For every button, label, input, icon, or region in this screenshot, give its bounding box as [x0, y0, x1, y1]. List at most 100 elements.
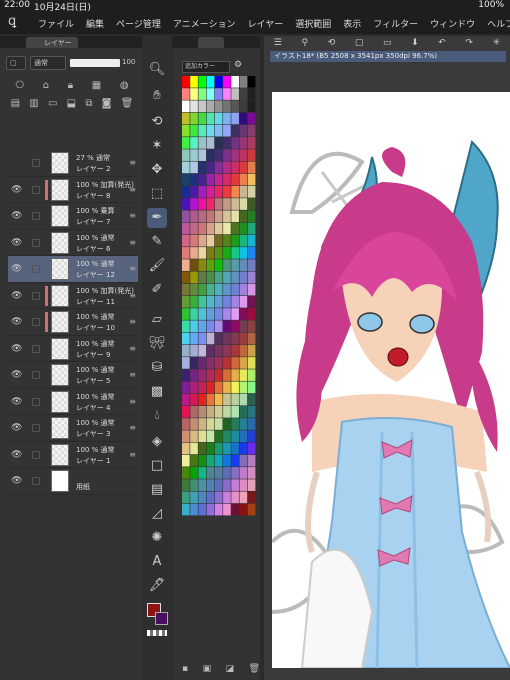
palette-swatch[interactable] [247, 430, 256, 443]
palette-swatch[interactable] [247, 173, 256, 186]
palette-swatch[interactable] [239, 124, 248, 137]
layer-row[interactable]: 👁︎ 100 % 加算(発光) レイヤー 11 ≡ [8, 283, 138, 309]
palette-swatch[interactable] [206, 503, 215, 516]
palette-swatch[interactable] [214, 186, 223, 198]
palette-swatch[interactable] [214, 357, 223, 369]
palette-swatch[interactable] [206, 430, 215, 443]
palette-swatch[interactable] [190, 76, 198, 88]
eye-icon[interactable]: 👁︎ [11, 238, 23, 248]
palette-swatch[interactable] [206, 271, 215, 284]
palette-swatch[interactable] [190, 381, 198, 394]
layer-row[interactable]: 👁︎ 100 % 通常 レイヤー 4 ≡ [8, 389, 138, 415]
palette-swatch[interactable] [223, 88, 231, 100]
palette-swatch[interactable] [206, 247, 215, 259]
palette-swatch[interactable] [182, 357, 190, 369]
palette-swatch[interactable] [239, 406, 248, 418]
palette-swatch[interactable] [206, 491, 215, 504]
palette-swatch[interactable] [247, 491, 256, 504]
palette-swatch[interactable] [247, 296, 256, 308]
auto-select-tool-icon[interactable]: ✶ [147, 136, 167, 156]
palette-swatch[interactable] [223, 283, 231, 296]
palette-swatch[interactable] [239, 418, 248, 430]
palette-swatch[interactable] [247, 88, 256, 100]
palette-swatch[interactable] [247, 308, 256, 320]
menu-file[interactable]: ファイル [38, 17, 74, 30]
layer-lock-box[interactable] [32, 477, 40, 485]
color-palette-grid[interactable] [182, 76, 256, 516]
palette-swatch[interactable] [223, 210, 231, 223]
palette-swatch[interactable] [223, 234, 231, 247]
palette-swatch[interactable] [206, 100, 215, 113]
palette-swatch[interactable] [247, 283, 256, 296]
palette-swatch[interactable] [214, 173, 223, 186]
new-vector-layer-icon[interactable]: ▥ [29, 98, 38, 109]
layer-drag-handle-icon[interactable]: ≡ [129, 450, 136, 459]
layer-lock-box[interactable] [32, 450, 40, 459]
palette-swatch[interactable] [190, 332, 198, 345]
palette-swatch[interactable] [190, 344, 198, 357]
palette-swatch[interactable] [239, 332, 248, 345]
palette-swatch[interactable] [182, 332, 190, 345]
palette-swatch[interactable] [198, 381, 207, 394]
palette-swatch[interactable] [182, 88, 190, 100]
palette-swatch[interactable] [190, 271, 198, 284]
palette-swatch[interactable] [214, 296, 223, 308]
new-folder-icon[interactable]: ▭ [48, 98, 57, 109]
palette-swatch[interactable] [198, 418, 207, 430]
palette-swatch[interactable] [190, 100, 198, 113]
palette-swatch[interactable] [182, 100, 190, 113]
palette-swatch[interactable] [231, 454, 239, 467]
palette-swatch[interactable] [223, 124, 231, 137]
layer-row[interactable]: 👁︎ 100 % 通常 レイヤー 3 ≡ [8, 415, 138, 442]
clip-icon[interactable]: ⎔ [15, 80, 24, 91]
palette-swatch[interactable] [223, 357, 231, 369]
palette-swatch[interactable] [239, 344, 248, 357]
palette-swatch[interactable] [182, 124, 190, 137]
zoom-tool-icon[interactable]: 🔍︎ [147, 60, 167, 80]
layer-row[interactable]: 👁︎ 100 % 乗算 レイヤー 7 ≡ [8, 203, 138, 230]
layer-drag-handle-icon[interactable]: ≡ [129, 344, 136, 353]
palette-swatch[interactable] [239, 149, 248, 161]
palette-swatch[interactable] [206, 357, 215, 369]
palette-swatch[interactable] [214, 271, 223, 284]
palette-swatch[interactable] [239, 467, 248, 479]
palette-swatch[interactable] [247, 381, 256, 394]
palette-swatch[interactable] [223, 76, 231, 88]
palette-swatch[interactable] [247, 479, 256, 491]
palette-swatch[interactable] [214, 491, 223, 504]
replace-color-icon[interactable]: ▣ [203, 664, 212, 674]
transparent-color-icon[interactable] [147, 630, 167, 636]
palette-swatch[interactable] [198, 222, 207, 235]
layer-lock-box[interactable] [32, 185, 40, 194]
layer-row[interactable]: 👁︎ 100 % 通常 レイヤー 12 ≡ [8, 256, 138, 283]
palette-swatch[interactable] [223, 259, 231, 271]
palette-swatch[interactable] [247, 259, 256, 271]
layer-drag-handle-icon[interactable]: ≡ [129, 211, 136, 220]
palette-swatch[interactable] [231, 430, 239, 443]
palette-swatch[interactable] [247, 100, 256, 113]
palette-swatch[interactable] [247, 393, 256, 406]
palette-swatch[interactable] [223, 296, 231, 308]
palette-swatch[interactable] [190, 259, 198, 271]
palette-swatch[interactable] [182, 247, 190, 259]
eye-icon[interactable]: 👁︎ [11, 423, 23, 433]
palette-swatch[interactable] [247, 222, 256, 235]
palette-swatch[interactable] [206, 222, 215, 235]
menu-edit[interactable]: 編集 [86, 17, 104, 30]
palette-swatch[interactable] [223, 369, 231, 381]
palette-swatch[interactable] [247, 247, 256, 259]
layer-drag-handle-icon[interactable]: ≡ [129, 291, 136, 300]
palette-swatch[interactable] [190, 320, 198, 333]
palette-swatch[interactable] [214, 308, 223, 320]
palette-swatch[interactable] [223, 198, 231, 210]
palette-swatch[interactable] [231, 503, 239, 516]
palette-swatch[interactable] [239, 454, 248, 467]
palette-swatch[interactable] [182, 210, 190, 223]
palette-swatch[interactable] [190, 283, 198, 296]
palette-swatch[interactable] [206, 259, 215, 271]
palette-swatch[interactable] [190, 491, 198, 504]
palette-swatch[interactable] [231, 186, 239, 198]
move-tool-icon[interactable]: ✥ [147, 160, 167, 180]
palette-swatch[interactable] [231, 247, 239, 259]
layer-lock-box[interactable] [32, 291, 40, 300]
